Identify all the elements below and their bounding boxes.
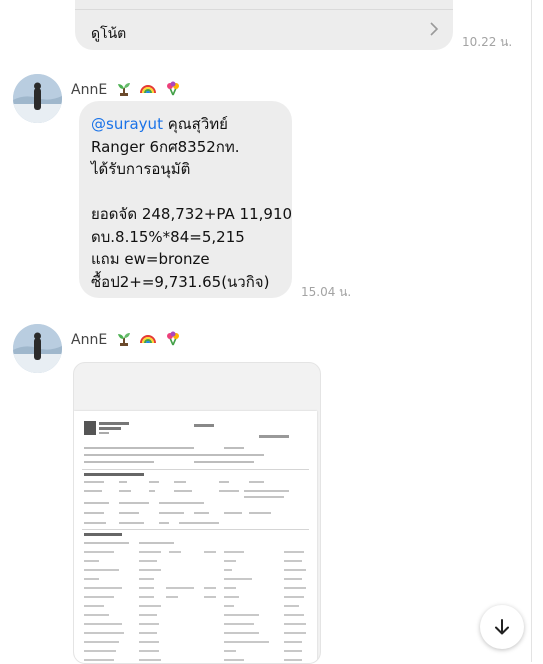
kiatnakin-logo-icon [84, 421, 96, 435]
bouquet-emoji-icon [165, 330, 181, 350]
note-timestamp: 10.22 น. [462, 35, 513, 49]
mention-link[interactable]: @surayut [91, 115, 163, 133]
message-line: ซื้อป2+=9,731.65(นวกิจ) [91, 272, 270, 291]
note-card[interactable]: ดูโน้ต [75, 0, 453, 50]
rainbow-emoji-icon [140, 80, 157, 100]
chevron-right-icon [430, 22, 439, 36]
avatar[interactable] [13, 74, 62, 123]
sender-name[interactable]: AnnE [71, 330, 181, 350]
scroll-to-bottom-button[interactable] [480, 605, 524, 649]
message-line: @surayut คุณสุวิทย์ [91, 115, 228, 133]
message-line [91, 181, 292, 204]
sender-name-label: AnnE [71, 332, 108, 348]
arrow-down-icon [495, 619, 509, 635]
sprout-emoji-icon [116, 330, 132, 350]
message-line: Ranger 6กศ8352กท. [91, 137, 240, 156]
message-bubble[interactable]: @surayut คุณสุวิทย์ Ranger 6กศ8352กท. ได… [79, 101, 292, 298]
message-timestamp: 15.04 น. [301, 285, 352, 299]
document-thumbnail [74, 411, 317, 663]
bouquet-emoji-icon [165, 80, 181, 100]
avatar[interactable] [13, 324, 62, 373]
document-image [82, 421, 309, 661]
sprout-emoji-icon [116, 80, 132, 100]
message-line: ได้รับการอนุมัติ [91, 160, 191, 178]
rainbow-emoji-icon [140, 330, 157, 350]
sender-name[interactable]: AnnE [71, 80, 181, 100]
message-line: แถม ew=bronze [91, 250, 210, 268]
sender-name-label: AnnE [71, 82, 108, 98]
panel-divider [531, 0, 532, 662]
message-line: ดบ.8.15%*84=5,215 [91, 227, 245, 246]
image-attachment[interactable] [73, 362, 321, 664]
note-divider [75, 9, 453, 10]
message-line: ยอดจัด 248,732+PA 11,910 [91, 205, 293, 223]
view-note-link[interactable]: ดูโน้ต [91, 23, 126, 45]
